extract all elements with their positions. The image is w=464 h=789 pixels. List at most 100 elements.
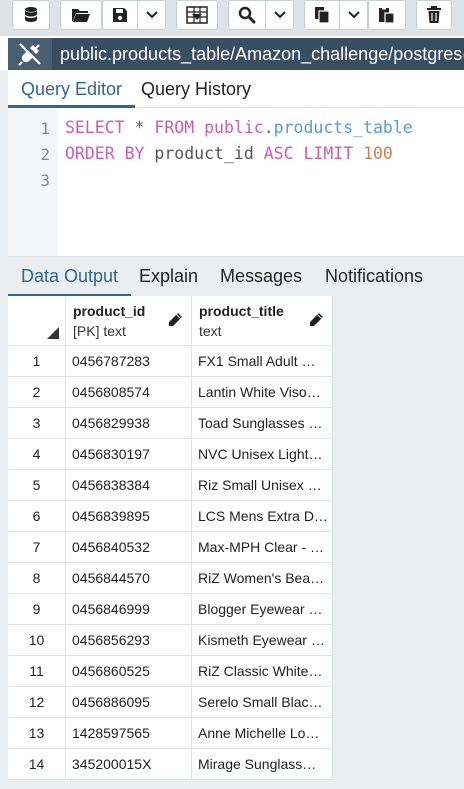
cell-product-title[interactable]: FX1 Small Adult … xyxy=(192,346,333,377)
table-name: products_table xyxy=(273,118,413,137)
table-row[interactable]: 12 0456886095 Serelo Small Blac… xyxy=(8,687,333,718)
trash-icon xyxy=(427,6,441,23)
table-row[interactable]: 4 0456830197 NVC Unisex Light… xyxy=(8,439,333,470)
row-number[interactable]: 14 xyxy=(8,749,66,780)
row-number[interactable]: 10 xyxy=(8,625,66,656)
plug-icon xyxy=(18,43,41,66)
tab-query-editor[interactable]: Query Editor xyxy=(8,70,136,108)
cell-product-id[interactable]: 0456838384 xyxy=(66,470,192,501)
cell-product-id[interactable]: 0456839895 xyxy=(66,501,192,532)
cell-product-id[interactable]: 0456787283 xyxy=(66,346,192,377)
tab-explain[interactable]: Explain xyxy=(126,257,211,297)
cell-product-title[interactable]: Max-MPH Clear - … xyxy=(192,532,333,563)
tab-messages[interactable]: Messages xyxy=(207,257,315,297)
pencil-icon[interactable] xyxy=(308,312,324,328)
cell-product-title[interactable]: Blogger Eyewear … xyxy=(192,594,333,625)
save-data-changes-button[interactable] xyxy=(176,0,218,30)
connection-label: public.products_table/Amazon_challenge/p… xyxy=(60,43,464,64)
cell-product-title[interactable]: Mirage Sunglass… xyxy=(192,749,333,780)
row-number[interactable]: 1 xyxy=(8,346,66,377)
select-all-icon xyxy=(47,327,59,339)
cell-product-id[interactable]: 0456844570 xyxy=(66,563,192,594)
table-row[interactable]: 9 0456846999 Blogger Eyewear … xyxy=(8,594,333,625)
cell-product-id[interactable]: 345200015X xyxy=(66,749,192,780)
tab-notifications[interactable]: Notifications xyxy=(312,257,436,297)
cell-product-title[interactable]: Anne Michelle Lo… xyxy=(192,718,333,749)
save-button[interactable] xyxy=(102,0,138,30)
table-row[interactable]: 2 0456808574 Lantin White Viso… xyxy=(8,377,333,408)
cell-product-id[interactable]: 0456829938 xyxy=(66,408,192,439)
copy-icon xyxy=(315,7,330,24)
pencil-icon[interactable] xyxy=(167,312,183,328)
row-number[interactable]: 4 xyxy=(8,439,66,470)
cell-product-title[interactable]: NVC Unisex Light… xyxy=(192,439,333,470)
cell-product-id[interactable]: 0456808574 xyxy=(66,377,192,408)
find-button[interactable] xyxy=(228,0,266,30)
table-row[interactable]: 10 0456856293 Kismeth Eyewear … xyxy=(8,625,333,656)
find-dropdown-button[interactable] xyxy=(266,0,294,30)
column-header-product-id[interactable]: product_id [PK] text xyxy=(66,296,192,346)
number-literal: 100 xyxy=(363,144,393,163)
connection-bar[interactable]: public.products_table/Amazon_challenge/p… xyxy=(8,38,464,70)
cell-product-id[interactable]: 0456830197 xyxy=(66,439,192,470)
keyword: ASC xyxy=(263,144,294,163)
data-output-grid: product_id [PK] text product_title text … xyxy=(8,296,464,789)
keyword: SELECT xyxy=(65,118,125,137)
operator: . xyxy=(263,118,274,137)
code-line[interactable]: ORDER BY product_id ASC LIMIT 100 xyxy=(65,144,393,163)
editor-tabs: Query Editor Query History xyxy=(8,70,464,108)
cell-product-id[interactable]: 0456856293 xyxy=(66,625,192,656)
table-row[interactable]: 1 0456787283 FX1 Small Adult … xyxy=(8,346,333,377)
database-button[interactable] xyxy=(12,0,50,30)
row-number[interactable]: 3 xyxy=(8,408,66,439)
save-dropdown-button[interactable] xyxy=(138,0,166,30)
paste-button[interactable] xyxy=(368,0,406,30)
table-row[interactable]: 6 0456839895 LCS Mens Extra D… xyxy=(8,501,333,532)
row-number[interactable]: 11 xyxy=(8,656,66,687)
cell-product-title[interactable]: Riz Small Unisex … xyxy=(192,470,333,501)
row-number[interactable]: 12 xyxy=(8,687,66,718)
code-line[interactable]: SELECT * FROM public.products_table xyxy=(65,118,413,137)
cell-product-title[interactable]: Serelo Small Blac… xyxy=(192,687,333,718)
cell-product-id[interactable]: 0456840532 xyxy=(66,532,192,563)
select-all-corner[interactable] xyxy=(8,296,66,346)
open-file-button[interactable] xyxy=(60,0,102,30)
cell-product-title[interactable]: Lantin White Viso… xyxy=(192,377,333,408)
row-number[interactable]: 7 xyxy=(8,532,66,563)
line-number-gutter: 1 2 3 xyxy=(8,108,58,256)
open-file-icon xyxy=(72,9,90,22)
cell-product-id[interactable]: 1428597565 xyxy=(66,718,192,749)
row-number[interactable]: 5 xyxy=(8,470,66,501)
delete-button[interactable] xyxy=(416,0,452,30)
column-header-product-title[interactable]: product_title text xyxy=(192,296,333,346)
table-row[interactable]: 13 1428597565 Anne Michelle Lo… xyxy=(8,718,333,749)
table-row[interactable]: 8 0456844570 RiZ Women's Bea… xyxy=(8,563,333,594)
row-number[interactable]: 9 xyxy=(8,594,66,625)
row-number[interactable]: 2 xyxy=(8,377,66,408)
row-number[interactable]: 6 xyxy=(8,501,66,532)
tab-data-output[interactable]: Data Output xyxy=(8,257,132,297)
table-row[interactable]: 5 0456838384 Riz Small Unisex … xyxy=(8,470,333,501)
cell-product-title[interactable]: RiZ Women's Bea… xyxy=(192,563,333,594)
cell-product-id[interactable]: 0456886095 xyxy=(66,687,192,718)
keyword: FROM xyxy=(154,118,195,137)
table-row[interactable]: 7 0456840532 Max-MPH Clear - … xyxy=(8,532,333,563)
sql-editor[interactable]: 1 2 3 SELECT * FROM public.products_tabl… xyxy=(8,108,464,256)
table-row[interactable]: 3 0456829938 Toad Sunglasses … xyxy=(8,408,333,439)
cell-product-title[interactable]: Toad Sunglasses … xyxy=(192,408,333,439)
tab-query-history[interactable]: Query History xyxy=(128,70,264,108)
schema-name: public xyxy=(204,118,264,137)
copy-button[interactable] xyxy=(304,0,340,30)
cell-product-title[interactable]: Kismeth Eyewear … xyxy=(192,625,333,656)
copy-dropdown-button[interactable] xyxy=(340,0,368,30)
table-row[interactable]: 11 0456860525 RiZ Classic White… xyxy=(8,656,333,687)
line-number: 3 xyxy=(40,171,50,190)
cell-product-title[interactable]: RiZ Classic White… xyxy=(192,656,333,687)
row-number[interactable]: 13 xyxy=(8,718,66,749)
row-number[interactable]: 8 xyxy=(8,563,66,594)
table-row[interactable]: 14 345200015X Mirage Sunglass… xyxy=(8,749,333,780)
cell-product-id[interactable]: 0456846999 xyxy=(66,594,192,625)
cell-product-id[interactable]: 0456860525 xyxy=(66,656,192,687)
connection-status-icon[interactable] xyxy=(8,38,52,70)
cell-product-title[interactable]: LCS Mens Extra D… xyxy=(192,501,333,532)
